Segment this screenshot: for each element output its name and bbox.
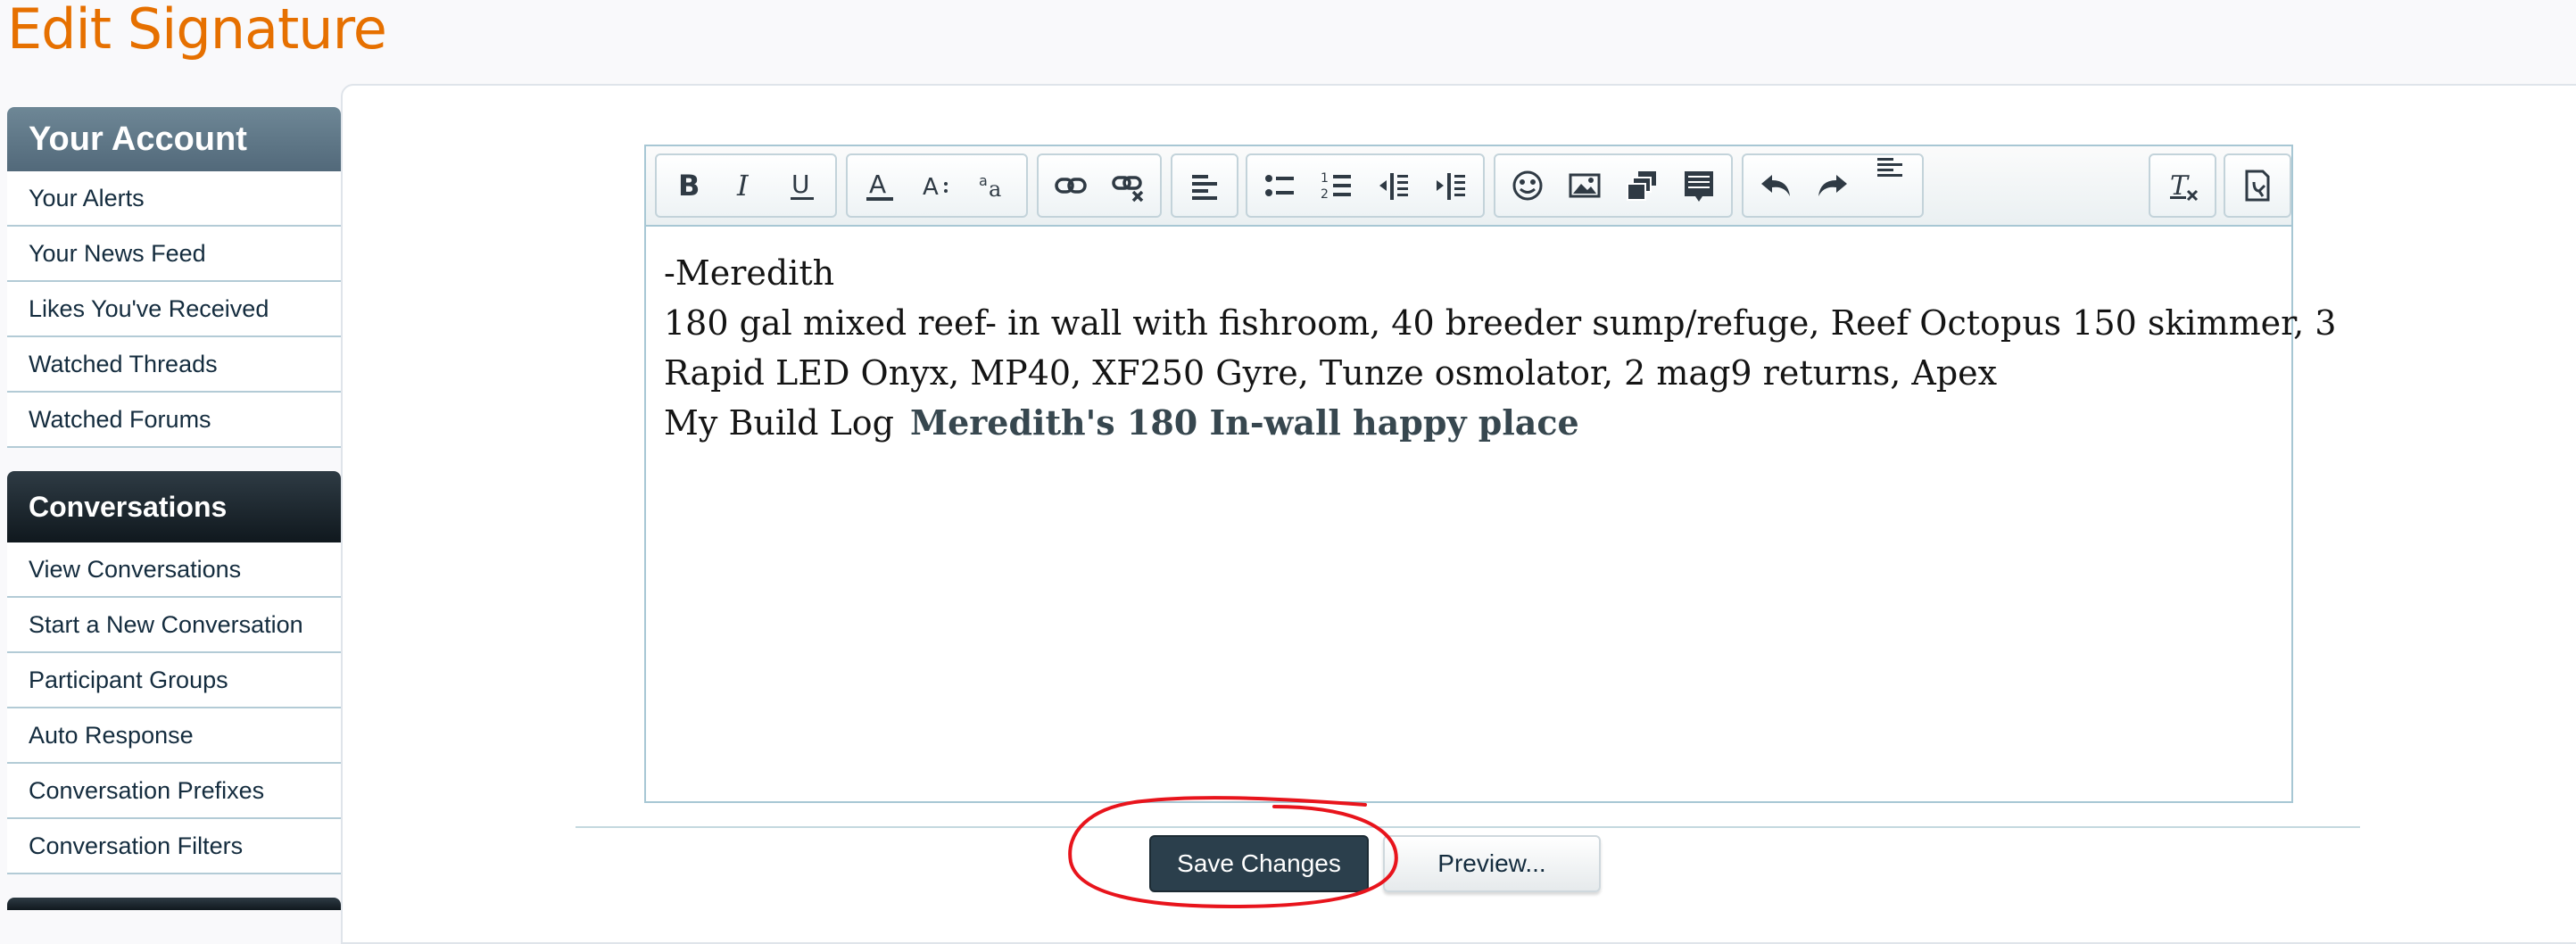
image-icon[interactable]: [1556, 158, 1613, 213]
font-size-icon[interactable]: A: [908, 158, 965, 213]
svg-text:2: 2: [1321, 187, 1329, 202]
page-title: Edit Signature: [7, 0, 387, 62]
link-group: [1037, 153, 1162, 218]
align-group: [1171, 153, 1238, 218]
insert-group: [1494, 153, 1733, 218]
smilies-icon[interactable]: [1499, 158, 1556, 213]
sidebar-item-your-alerts[interactable]: Your Alerts: [7, 171, 341, 227]
sidebar-item-start-conversation[interactable]: Start a New Conversation: [7, 598, 341, 653]
outdent-icon[interactable]: [1365, 158, 1422, 213]
sidebar-item-view-conversations[interactable]: View Conversations: [7, 542, 341, 598]
bold-icon[interactable]: B: [660, 158, 717, 213]
signature-line-4: My Build Log Meredith's 180 In-wall happy…: [664, 398, 2274, 448]
bbcode-toggle-group: [2224, 153, 2291, 218]
align-left-icon[interactable]: [1176, 158, 1233, 213]
sidebar-item-conversation-prefixes[interactable]: Conversation Prefixes: [7, 764, 341, 819]
sidebar-next-section: [7, 898, 341, 910]
svg-text:B: B: [678, 169, 700, 203]
sidebar-item-news-feed[interactable]: Your News Feed: [7, 227, 341, 282]
underline-icon[interactable]: U: [774, 158, 832, 213]
remove-format-group: T: [2149, 153, 2216, 218]
history-group: [1742, 153, 1924, 218]
unlink-icon[interactable]: [1099, 158, 1156, 213]
svg-text:a: a: [989, 177, 1001, 202]
svg-text:A: A: [869, 170, 886, 199]
text-style-group: B I U: [655, 153, 837, 218]
editor-toolbar: B I U A A aa 12 T: [646, 146, 2291, 227]
preview-button[interactable]: Preview...: [1383, 835, 1601, 892]
link-icon[interactable]: [1042, 158, 1099, 213]
redo-icon[interactable]: [1804, 158, 1861, 213]
signature-line-2: 180 gal mixed reef- in wall with fishroo…: [664, 303, 2337, 343]
sidebar-item-auto-response[interactable]: Auto Response: [7, 708, 341, 764]
undo-icon[interactable]: [1747, 158, 1804, 213]
svg-text:U: U: [791, 170, 810, 199]
svg-text:1: 1: [1321, 171, 1329, 186]
editor-content[interactable]: -Meredith 180 gal mixed reef- in wall wi…: [646, 227, 2337, 469]
sidebar-item-participant-groups[interactable]: Participant Groups: [7, 653, 341, 708]
italic-icon[interactable]: I: [717, 158, 774, 213]
sidebar: Your Account Your Alerts Your News Feed …: [7, 107, 341, 910]
toggle-bbcode-icon[interactable]: [2229, 158, 2286, 213]
bullet-list-icon[interactable]: [1251, 158, 1308, 213]
svg-text:a: a: [979, 172, 988, 189]
media-icon[interactable]: [1613, 158, 1670, 213]
indent-icon[interactable]: [1422, 158, 1479, 213]
signature-line-3: Rapid LED Onyx, MP40, XF250 Gyre, Tunze …: [664, 353, 1998, 393]
save-changes-button[interactable]: Save Changes: [1149, 835, 1369, 892]
signature-editor: B I U A A aa 12 T -Meredith 180 gal mixe…: [644, 145, 2337, 803]
sidebar-item-conversation-filters[interactable]: Conversation Filters: [7, 819, 341, 874]
font-group: A A aa: [846, 153, 1028, 218]
svg-text:A: A: [923, 174, 939, 201]
remove-format-icon[interactable]: T: [2154, 158, 2211, 213]
text-color-icon[interactable]: A: [851, 158, 908, 213]
sidebar-item-watched-forums[interactable]: Watched Forums: [7, 393, 341, 448]
list-group: 12: [1246, 153, 1485, 218]
numbered-list-icon[interactable]: 12: [1308, 158, 1365, 213]
svg-text:I: I: [736, 169, 750, 203]
build-log-link[interactable]: Meredith's 180 In-wall happy place: [910, 402, 1579, 443]
font-family-icon[interactable]: aa: [965, 158, 1023, 213]
build-log-label: My Build Log: [664, 403, 895, 443]
signature-line-1: -Meredith: [664, 253, 835, 293]
form-divider: [576, 826, 2360, 828]
sidebar-item-likes-received[interactable]: Likes You've Received: [7, 282, 341, 337]
insert-block-icon[interactable]: [1670, 158, 1727, 213]
sidebar-heading-your-account[interactable]: Your Account: [7, 107, 341, 171]
align-dropdown-icon[interactable]: [1861, 158, 1918, 213]
sidebar-heading-conversations[interactable]: Conversations: [7, 471, 341, 542]
sidebar-item-watched-threads[interactable]: Watched Threads: [7, 337, 341, 393]
